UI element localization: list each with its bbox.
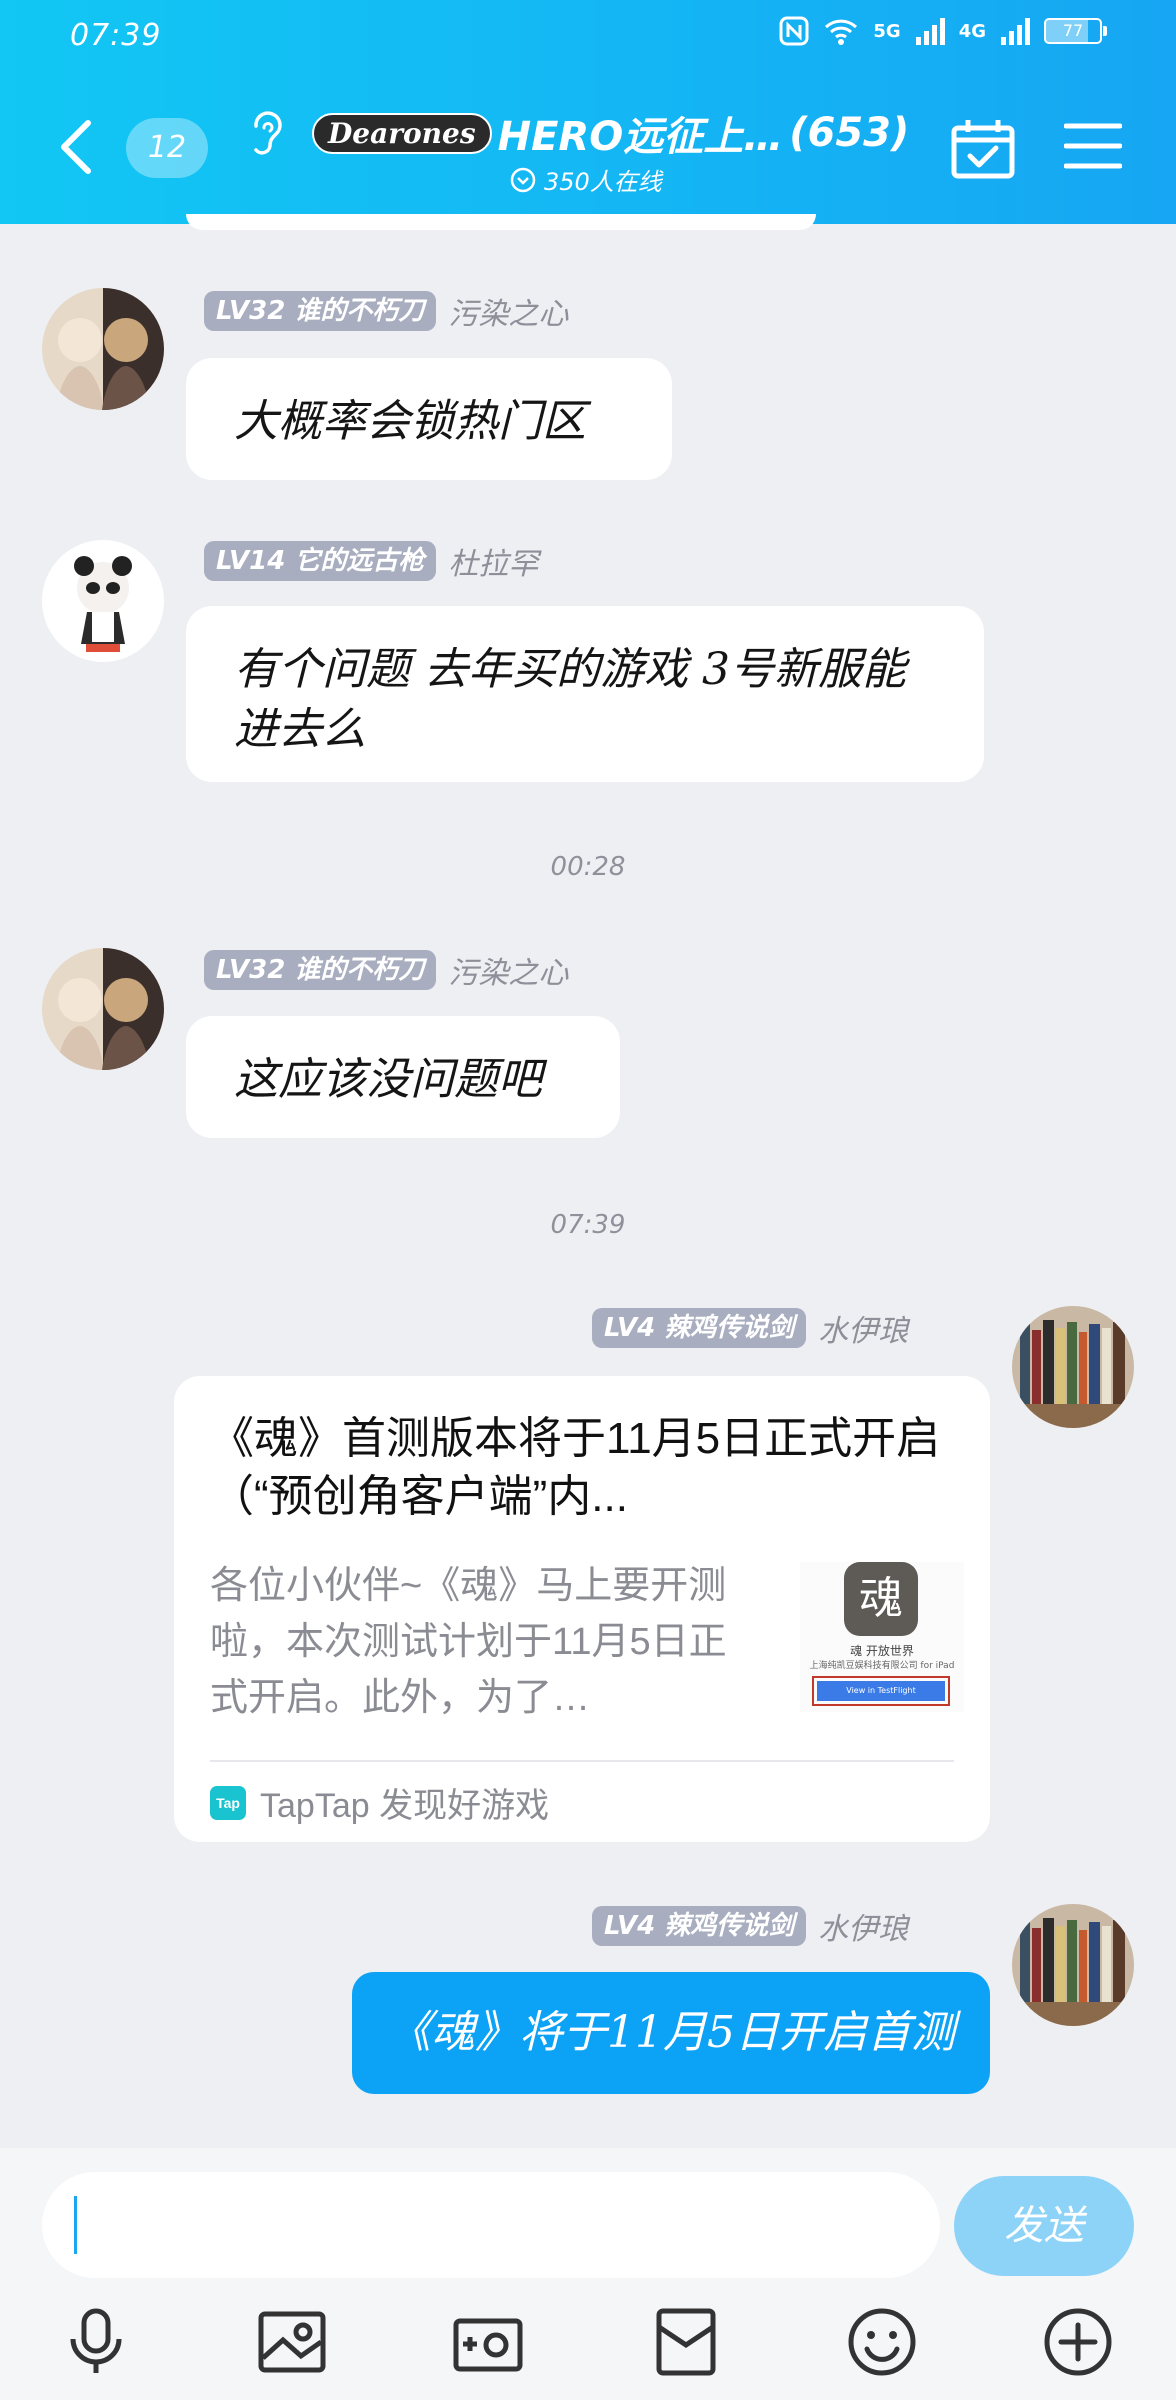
battery-icon: 77 [1044, 18, 1107, 44]
thumb-publisher: 上海纯凯豆娱科技有限公司 for iPad [809, 1661, 955, 1671]
message-input[interactable] [42, 2172, 940, 2278]
self-message-bubble[interactable]: 《魂》将于11月5日开启首测 [352, 1972, 990, 2094]
network-4g-label: 4G [958, 20, 986, 42]
sender-meta: LV32 谁的不朽刀 污染之心 [204, 948, 568, 992]
plus-icon [1044, 2308, 1112, 2376]
unread-count-badge[interactable]: 12 [126, 118, 208, 178]
battery-level: 77 [1062, 21, 1084, 40]
avatar[interactable] [42, 948, 164, 1070]
emoji-button[interactable] [840, 2300, 924, 2384]
image-button[interactable] [250, 2300, 334, 2384]
sender-nickname[interactable]: 杜拉罕 [448, 539, 538, 583]
member-title-tag: LV32 谁的不朽刀 [204, 950, 437, 990]
network-5g-label: 5G [873, 20, 901, 42]
online-count-label: 350人在线 [544, 168, 662, 196]
sender-meta: LV14 它的远古枪 杜拉罕 [204, 539, 538, 583]
group-title[interactable]: Dearones HERO远征上… (653) [312, 104, 909, 162]
message-bubble[interactable]: 大概率会锁热门区 [186, 358, 672, 480]
link-card-source: Tap TapTap 发现好游戏 [210, 1778, 549, 1827]
timestamp: 07:39 [550, 1210, 626, 1240]
send-button[interactable]: 发送 [954, 2176, 1134, 2276]
message-bubble[interactable]: 这应该没问题吧 [186, 1016, 620, 1138]
thumb-button-label: View in TestFlight [817, 1681, 945, 1701]
signal-icon [915, 18, 945, 45]
avatar[interactable] [42, 288, 164, 410]
link-card-source-label: TapTap 发现好游戏 [260, 1787, 550, 1825]
member-title-tag: LV14 它的远古枪 [204, 541, 437, 581]
link-card-thumbnail: 魂 魂 开放世界 上海纯凯豆娱科技有限公司 for iPad View in T… [800, 1562, 964, 1712]
text-caret [74, 2196, 77, 2254]
red-envelope-button[interactable] [644, 2300, 728, 2384]
card-divider [210, 1760, 954, 1762]
thumb-button: View in TestFlight [812, 1676, 950, 1706]
member-count: (653) [789, 110, 910, 156]
mic-icon [70, 2308, 122, 2373]
signal-icon-2 [1001, 18, 1030, 45]
camera-button[interactable] [446, 2300, 530, 2384]
chevron-left-icon [61, 120, 91, 174]
image-icon [258, 2311, 326, 2373]
emoji-icon [848, 2308, 916, 2376]
sender-nickname[interactable]: 水伊琅 [818, 1306, 908, 1350]
sender-nickname[interactable]: 水伊琅 [818, 1904, 908, 1948]
shared-link-card[interactable]: 《魂》首测版本将于11月5日正式开启（“预创角客户端”内... 各位小伙伴~《魂… [174, 1376, 990, 1842]
ear-icon[interactable] [246, 106, 286, 162]
taptap-logo-icon: Tap [210, 1785, 246, 1820]
red-envelope-icon [656, 2308, 716, 2376]
app-icon: 魂 [844, 1562, 918, 1636]
menu-icon[interactable] [1064, 120, 1122, 172]
group-name: HERO远征上… [497, 114, 784, 160]
thumb-caption: 魂 开放世界 [850, 1644, 914, 1658]
avatar[interactable] [42, 540, 164, 662]
voice-button[interactable] [54, 2300, 138, 2384]
chevron-down-circle-icon [510, 167, 536, 192]
message-bubble[interactable]: 有个问题 去年买的游戏 3号新服能进去么 [186, 606, 984, 782]
timestamp: 00:28 [550, 852, 626, 882]
self-avatar[interactable] [1012, 1904, 1134, 2026]
self-avatar[interactable] [1012, 1306, 1134, 1428]
member-title-tag: LV4 辣鸡传说剑 [592, 1308, 807, 1348]
member-title-tag: LV32 谁的不朽刀 [204, 291, 437, 331]
sender-nickname[interactable]: 污染之心 [448, 948, 568, 992]
wifi-icon [825, 19, 858, 45]
input-area: 发送 [0, 2148, 1176, 2400]
member-title-tag: LV4 辣鸡传说剑 [592, 1906, 807, 1946]
sender-meta: LV4 辣鸡传说剑 水伊琅 [592, 1306, 908, 1350]
status-time: 07:39 [70, 18, 162, 53]
more-button[interactable] [1036, 2300, 1120, 2384]
sender-meta: LV4 辣鸡传说剑 水伊琅 [592, 1904, 908, 1948]
back-button[interactable] [56, 112, 106, 182]
online-status[interactable]: 350人在线 [510, 162, 662, 197]
group-logo: Dearones [312, 112, 492, 154]
sender-nickname[interactable]: 污染之心 [448, 289, 568, 333]
camera-icon [453, 2318, 523, 2372]
nfc-icon [779, 16, 809, 46]
sender-meta: LV32 谁的不朽刀 污染之心 [204, 289, 568, 333]
link-card-title: 《魂》首测版本将于11月5日正式开启（“预创角客户端”内... [210, 1414, 941, 1521]
calendar-check-icon[interactable] [950, 118, 1016, 180]
link-card-description: 各位小伙伴~《魂》马上要开测啦，本次测试计划于11月5日正式开启。此外，为了… [210, 1565, 727, 1719]
status-icons: 5G 4G 77 [779, 16, 1107, 46]
previous-message-bubble [186, 214, 816, 230]
chat-header: 07:39 5G 4G 77 12 Dearones HERO远征上… (653… [0, 0, 1176, 224]
